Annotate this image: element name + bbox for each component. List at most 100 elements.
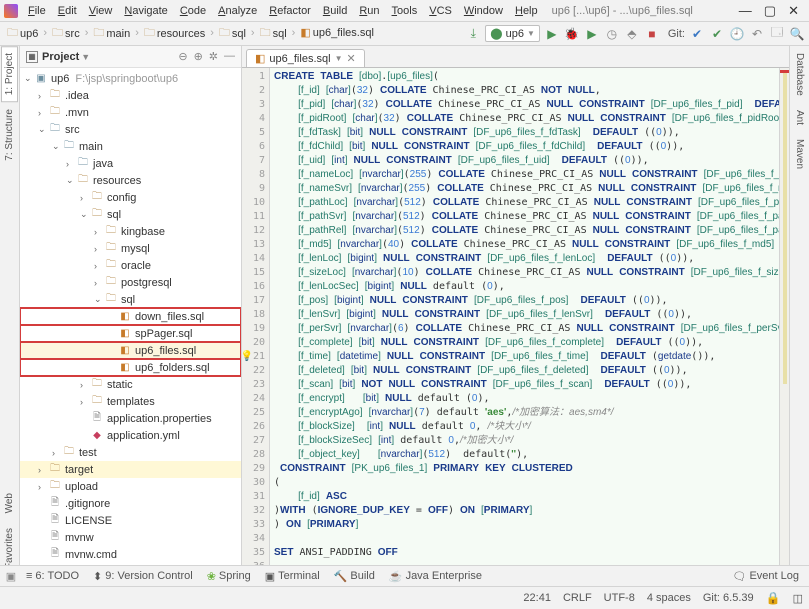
tree-item[interactable]: ›🗀java	[20, 155, 241, 172]
tab-todo[interactable]: ≡6: TODO	[20, 568, 85, 584]
tree-item[interactable]: ⌄🗀src	[20, 121, 241, 138]
minimize-icon[interactable]: —	[739, 3, 752, 19]
tree-item[interactable]: 🗎.gitignore	[20, 495, 241, 512]
code-editor[interactable]: CREATE TABLE [dbo].[up6_files]( [f_id] […	[270, 68, 779, 587]
tab-project[interactable]: 1: Project	[1, 46, 18, 102]
attach-icon[interactable]: ⬘	[624, 26, 640, 42]
build-icon[interactable]: ⤓	[465, 26, 481, 42]
tab-java-ee[interactable]: ☕Java Enterprise	[383, 568, 488, 585]
stop-icon[interactable]: ■	[644, 26, 660, 42]
tree-item[interactable]: 🗎mvnw.cmd	[20, 546, 241, 563]
menu-view[interactable]: View	[83, 3, 119, 19]
line-number-gutter[interactable]: 1 2 3 4 5 6 7 8 9 10 11 12 13 14 15 16 1…	[242, 68, 270, 587]
status-indent[interactable]: 4 spaces	[647, 592, 691, 604]
debug-icon[interactable]: 🐞	[564, 26, 580, 42]
tree-item[interactable]: ⌄🗀sql	[20, 206, 241, 223]
close-icon[interactable]: ✕	[788, 3, 799, 19]
tab-maven[interactable]: Maven	[791, 132, 808, 176]
tree-item[interactable]: ›🗀kingbase	[20, 223, 241, 240]
breadcrumb-item[interactable]: 🗀resources	[141, 24, 208, 43]
event-log-button[interactable]: 🗨Event Log	[726, 568, 805, 585]
tree-item[interactable]: ›🗀postgresql	[20, 274, 241, 291]
tree-item[interactable]: ›🗀static	[20, 376, 241, 393]
tree-item[interactable]: 🗎LICENSE	[20, 512, 241, 529]
tree-item[interactable]: ›🗀mysql	[20, 240, 241, 257]
menu-navigate[interactable]: Navigate	[118, 3, 173, 19]
tree-item[interactable]: ›🗀config	[20, 189, 241, 206]
collapse-icon[interactable]: ⊖	[178, 50, 187, 63]
tree-item[interactable]: ›🗀oracle	[20, 257, 241, 274]
tree-item[interactable]: ⌄🗀sql	[20, 291, 241, 308]
breadcrumb-item[interactable]: 🗀src	[49, 24, 83, 43]
search-everywhere-icon[interactable]: 🔍	[789, 26, 805, 42]
menu-build[interactable]: Build	[317, 3, 353, 19]
maximize-icon[interactable]: ▢	[764, 3, 776, 19]
menu-refactor[interactable]: Refactor	[263, 3, 317, 19]
tree-item[interactable]: 🗎application.properties	[20, 410, 241, 427]
menu-window[interactable]: Window	[458, 3, 509, 19]
tree-item[interactable]: ⌄🗀resources	[20, 172, 241, 189]
editor-tab-active[interactable]: ◧ up6_files.sql ▼ ✕	[246, 49, 365, 67]
breadcrumb-item[interactable]: ◧up6_files.sql	[297, 26, 377, 39]
tree-item[interactable]: ⌄🗀main	[20, 138, 241, 155]
project-structure-icon[interactable]: 🗔	[769, 26, 785, 42]
project-view-icon[interactable]: ▦	[26, 51, 38, 63]
menu-analyze[interactable]: Analyze	[212, 3, 263, 19]
tree-item[interactable]: ›🗀test	[20, 444, 241, 461]
locate-icon[interactable]: ⊕	[194, 50, 203, 63]
status-git-branch[interactable]: Git: 6.5.39	[703, 592, 754, 604]
tab-spring[interactable]: ❀Spring	[201, 568, 257, 585]
tree-item[interactable]: ›🗀.idea	[20, 87, 241, 104]
menu-help[interactable]: Help	[509, 3, 544, 19]
tab-web[interactable]: Web	[1, 486, 18, 520]
status-overlay-icon[interactable]: ◫	[793, 592, 803, 605]
tree-item[interactable]: ◆application.yml	[20, 427, 241, 444]
tree-item[interactable]: ◧spPager.sql	[20, 325, 241, 342]
run-icon[interactable]: ▶	[544, 26, 560, 42]
coverage-icon[interactable]: ▶	[584, 26, 600, 42]
error-stripe[interactable]	[779, 68, 789, 587]
tree-item[interactable]: ◧up6_folders.sql	[20, 359, 241, 376]
chevron-down-icon[interactable]: ▼	[81, 52, 90, 62]
menu-run[interactable]: Run	[353, 3, 385, 19]
tree-item[interactable]: ›🗀.mvn	[20, 104, 241, 121]
close-tab-icon[interactable]: ✕	[346, 52, 355, 65]
status-encoding[interactable]: UTF-8	[604, 592, 635, 604]
tab-build[interactable]: 🔨Build	[328, 568, 381, 585]
status-caret-pos[interactable]: 22:41	[523, 592, 551, 604]
tab-terminal[interactable]: ▣Terminal	[259, 568, 326, 585]
breadcrumb-item[interactable]: 🗀up6	[4, 24, 41, 43]
vcs-history-icon[interactable]: 🕘	[729, 26, 745, 42]
breadcrumb-item[interactable]: 🗀main	[90, 24, 133, 43]
tree-item[interactable]: ⌄▣up6F:\jsp\springboot\up6	[20, 70, 241, 87]
tab-version-control[interactable]: ⬍9: Version Control	[87, 568, 199, 585]
lock-icon[interactable]: 🔒	[766, 591, 781, 605]
vcs-update-icon[interactable]: ✔	[689, 26, 705, 42]
run-configuration-select[interactable]: ⬤ up6 ▼	[485, 25, 540, 42]
tree-item[interactable]: ◧down_files.sql	[20, 308, 241, 325]
hide-icon[interactable]: —	[224, 50, 235, 63]
tab-structure[interactable]: 7: Structure	[1, 102, 18, 168]
vcs-revert-icon[interactable]: ↶	[749, 26, 765, 42]
tree-item[interactable]: ›🗀target	[20, 461, 241, 478]
tab-ant[interactable]: Ant	[791, 103, 808, 132]
project-tree[interactable]: ⌄▣up6F:\jsp\springboot\up6›🗀.idea›🗀.mvn⌄…	[20, 68, 241, 587]
chevron-down-icon[interactable]: ▼	[335, 54, 343, 63]
menu-edit[interactable]: Edit	[52, 3, 83, 19]
breadcrumb-item[interactable]: 🗀sql	[216, 24, 249, 43]
menu-file[interactable]: File	[22, 3, 52, 19]
tab-database[interactable]: Database	[791, 46, 808, 103]
profile-icon[interactable]: ◷	[604, 26, 620, 42]
tool-windows-icon[interactable]: ▣	[4, 570, 18, 583]
menu-code[interactable]: Code	[174, 3, 212, 19]
tree-item[interactable]: ›🗀templates	[20, 393, 241, 410]
gear-icon[interactable]: ✲	[209, 50, 218, 63]
vcs-commit-icon[interactable]: ✔	[709, 26, 725, 42]
tree-item[interactable]: ›🗀upload	[20, 478, 241, 495]
tree-item[interactable]: 🗎mvnw	[20, 529, 241, 546]
menu-vcs[interactable]: VCS	[423, 3, 458, 19]
tree-item[interactable]: ◧up6_files.sql	[20, 342, 241, 359]
menu-tools[interactable]: Tools	[386, 3, 424, 19]
breadcrumb-item[interactable]: 🗀sql	[257, 24, 290, 43]
status-line-sep[interactable]: CRLF	[563, 592, 592, 604]
